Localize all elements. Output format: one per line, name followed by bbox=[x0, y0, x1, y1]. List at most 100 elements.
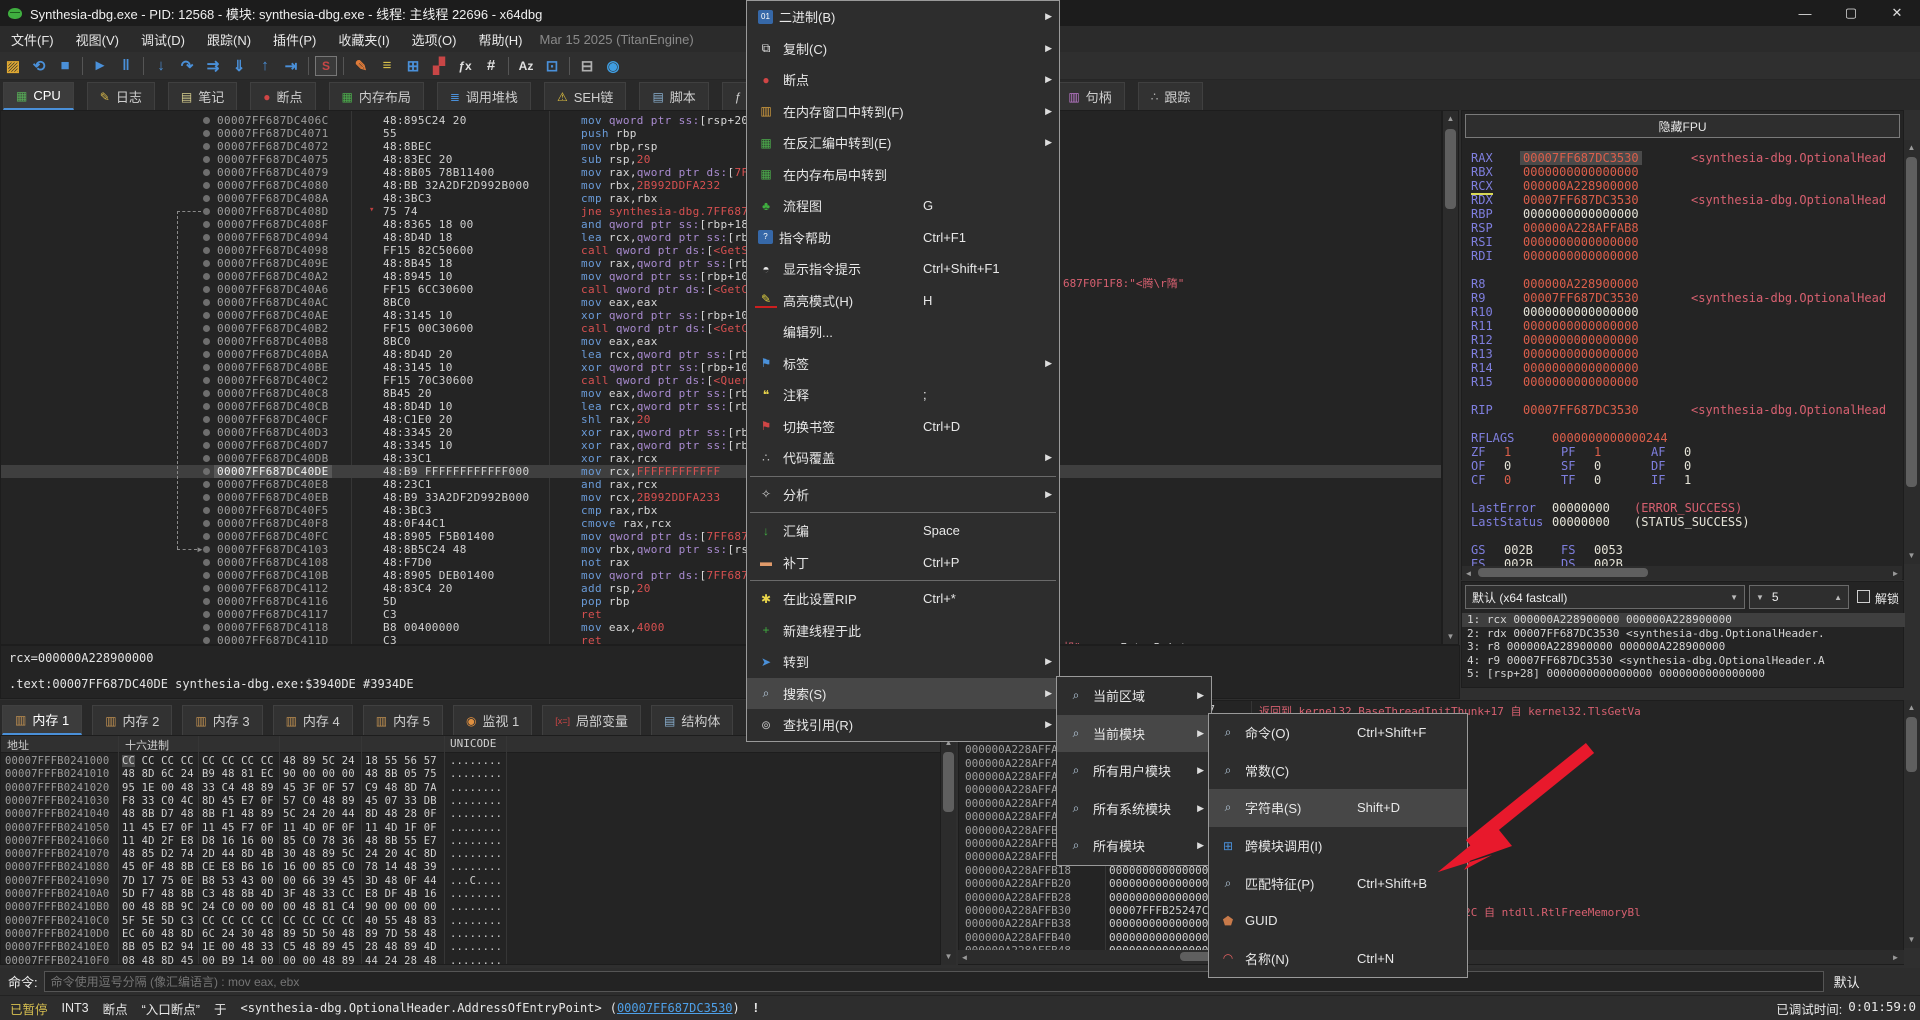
register-row[interactable]: OF0SF0DF0 bbox=[1462, 459, 1904, 473]
flag-value[interactable]: 0 bbox=[1684, 459, 1691, 473]
breakpoint-dot-icon[interactable] bbox=[203, 221, 210, 228]
disasm-row[interactable]: 00007FF687DC40BE48:3145 10xor qword ptr … bbox=[1, 361, 1442, 374]
dump-row[interactable]: 00007FFFB0241030F8 33 C0 4C8D 45 E7 0F57… bbox=[1, 795, 941, 808]
argument-row[interactable]: 3: r8 000000A228900000 000000A228900000 bbox=[1462, 640, 1905, 654]
spinner-up-icon[interactable]: ▲ bbox=[1834, 593, 1842, 602]
tab-CPU[interactable]: ▦CPU bbox=[3, 82, 74, 110]
register-row[interactable]: R8000000A228900000 bbox=[1462, 277, 1904, 291]
breakpoint-dot-icon[interactable] bbox=[203, 117, 210, 124]
register-value[interactable]: 00000000 bbox=[1552, 501, 1610, 515]
breakpoint-dot-icon[interactable] bbox=[203, 520, 210, 527]
dump-tab-内存5[interactable]: ▥内存 5 bbox=[363, 705, 443, 735]
dump-selected-byte[interactable]: CC bbox=[122, 755, 135, 767]
disasm-row[interactable]: 00007FF687DC40A248:8945 10mov qword ptr … bbox=[1, 270, 1442, 283]
register-value[interactable]: 00007FF687DC3530 bbox=[1523, 403, 1639, 417]
menu-item-命令O[interactable]: ⌕命令(O)Ctrl+Shift+F bbox=[1209, 714, 1467, 752]
run-to-return-button[interactable]: ⇉ bbox=[200, 54, 226, 78]
disasm-row[interactable]: 00007FF687DC4117C3ret bbox=[1, 608, 1442, 621]
hash-button[interactable]: # bbox=[478, 54, 504, 78]
assembler-button[interactable]: ⊡ bbox=[539, 54, 565, 78]
register-value[interactable]: 00007FF687DC3530 bbox=[1520, 151, 1642, 165]
breakpoint-dot-icon[interactable] bbox=[203, 390, 210, 397]
scroll-thumb[interactable] bbox=[1478, 568, 1648, 577]
menu-item-字符串S[interactable]: ⌕字符串(S)Shift+D bbox=[1209, 789, 1467, 827]
breakpoint-dot-icon[interactable] bbox=[203, 442, 210, 449]
register-value[interactable]: 0000000000000000 bbox=[1523, 207, 1639, 221]
register-row[interactable]: LastStatus00000000(STATUS_SUCCESS) bbox=[1462, 515, 1904, 529]
breakpoint-dot-icon[interactable] bbox=[203, 403, 210, 410]
dump-tab-内存4[interactable]: ▥内存 4 bbox=[273, 705, 353, 735]
register-value[interactable]: 000000A228AFFAB8 bbox=[1523, 221, 1639, 235]
menu-item-所有系统模块[interactable]: ⌕所有系统模块▶ bbox=[1057, 790, 1211, 828]
disasm-row[interactable]: 00007FF687DC40C88B45 20mov eax,dword ptr… bbox=[1, 387, 1442, 400]
disasm-row[interactable]: 00007FF687DC407948:8B05 78B11400mov rax,… bbox=[1, 166, 1442, 179]
unlock-checkbox[interactable] bbox=[1857, 590, 1870, 603]
register-row[interactable]: R900007FF687DC3530<synthesia-dbg.Optiona… bbox=[1462, 291, 1904, 305]
register-value[interactable]: 0000000000000000 bbox=[1523, 361, 1639, 375]
disasm-row[interactable]: 00007FF687DC40D348:3345 20xor rax,qword … bbox=[1, 426, 1442, 439]
spinner-down-icon[interactable]: ▼ bbox=[1756, 593, 1764, 602]
step-source-button[interactable]: ⇓ bbox=[226, 54, 252, 78]
menubar-item-帮助H[interactable]: 帮助(H) bbox=[467, 27, 533, 52]
calculator-button[interactable]: ⊟ bbox=[574, 54, 600, 78]
dump-row[interactable]: 00007FFFB024104048 8B D7 488B F1 48 895C… bbox=[1, 808, 941, 821]
dump-tab-结构体[interactable]: ▤结构体 bbox=[651, 705, 733, 735]
flag-value[interactable]: 0 bbox=[1504, 459, 1511, 473]
register-row[interactable]: R120000000000000000 bbox=[1462, 333, 1904, 347]
run-to-user-code-button[interactable]: ⇥ bbox=[278, 54, 304, 78]
clear-button[interactable]: ▞ bbox=[426, 54, 452, 78]
register-value[interactable]: 000000A228900000 bbox=[1523, 179, 1639, 193]
breakpoint-dot-icon[interactable] bbox=[203, 169, 210, 176]
flag-value[interactable]: 1 bbox=[1504, 445, 1511, 459]
breakpoint-dot-icon[interactable] bbox=[203, 299, 210, 306]
comment-button[interactable]: ≡ bbox=[374, 54, 400, 78]
breakpoint-dot-icon[interactable] bbox=[203, 559, 210, 566]
disasm-row[interactable]: 00007FF687DC40B88BC0mov eax,eax bbox=[1, 335, 1442, 348]
breakpoint-dot-icon[interactable] bbox=[203, 260, 210, 267]
register-row[interactable]: GS002BFS0053 bbox=[1462, 543, 1904, 557]
registers-vscrollbar[interactable]: ▲ ▼ bbox=[1904, 140, 1920, 564]
disasm-row[interactable]: 00007FF687DC409448:8D4D 18lea rcx,qword … bbox=[1, 231, 1442, 244]
dump-tab-内存3[interactable]: ▥内存 3 bbox=[182, 705, 262, 735]
disasm-row[interactable]: 00007FF687DC408A48:3BC3cmp rax,rbx bbox=[1, 192, 1442, 205]
register-row[interactable]: RIP00007FF687DC3530<synthesia-dbg.Option… bbox=[1462, 403, 1904, 417]
menu-item-查找引用R[interactable]: ⊚查找引用(R)▶ bbox=[747, 709, 1059, 741]
scroll-right-icon[interactable]: ► bbox=[1889, 950, 1902, 964]
dump-column-header[interactable]: 十六进制 bbox=[125, 737, 169, 753]
register-row[interactable]: R100000000000000000 bbox=[1462, 305, 1904, 319]
register-row[interactable]: RAX00007FF687DC3530<synthesia-dbg.Option… bbox=[1462, 151, 1904, 165]
register-row[interactable]: RBX0000000000000000 bbox=[1462, 165, 1904, 179]
tab-调用堆栈[interactable]: ≣调用堆栈 bbox=[437, 82, 531, 110]
breakpoint-dot-icon[interactable] bbox=[203, 533, 210, 540]
pause-button[interactable]: ‖ bbox=[113, 54, 139, 78]
register-value[interactable]: 0000000000000000 bbox=[1523, 249, 1639, 263]
status-address-link[interactable]: 00007FF687DC3530 bbox=[617, 1001, 733, 1015]
register-value[interactable]: 0000000000000000 bbox=[1523, 333, 1639, 347]
menubar-item-跟踪N[interactable]: 跟踪(N) bbox=[196, 27, 262, 52]
register-value[interactable]: 00000000 bbox=[1552, 515, 1610, 529]
patch-button[interactable]: ✎ bbox=[348, 54, 374, 78]
menubar-item-调试D[interactable]: 调试(D) bbox=[130, 27, 196, 52]
menu-item-匹配特征P[interactable]: ⌕匹配特征(P)Ctrl+Shift+B bbox=[1209, 864, 1467, 902]
dump-tab-内存1[interactable]: ▥内存 1 bbox=[2, 705, 82, 735]
dump-row[interactable]: 00007FFFB02410C05F 5E 5D C3CC CC CC CCCC… bbox=[1, 915, 941, 928]
run-button[interactable]: ► bbox=[87, 54, 113, 78]
fx-button[interactable]: ƒx bbox=[452, 54, 478, 78]
dump-row[interactable]: 00007FFFB02410B000 48 8B 9C24 C0 00 0000… bbox=[1, 901, 941, 914]
disasm-row[interactable]: 00007FF687DC40DE48:B9 FFFFFFFFFFFF000mov… bbox=[1, 465, 1442, 478]
breakpoint-dot-icon[interactable] bbox=[203, 416, 210, 423]
disasm-row[interactable]: 00007FF687DC410348:8B5C24 48mov rbx,qwor… bbox=[1, 543, 1442, 556]
breakpoint-dot-icon[interactable] bbox=[203, 312, 210, 319]
menu-item-常数C[interactable]: ⌕常数(C) bbox=[1209, 752, 1467, 790]
tab-断点[interactable]: ●断点 bbox=[250, 82, 315, 110]
tab-句柄[interactable]: ▥句柄 bbox=[1055, 82, 1124, 110]
menu-item-名称N[interactable]: ◠名称(N)Ctrl+N bbox=[1209, 940, 1467, 978]
register-row[interactable]: RBP0000000000000000 bbox=[1462, 207, 1904, 221]
disasm-row[interactable]: 00007FF687DC40BA48:8D4D 20lea rcx,qword … bbox=[1, 348, 1442, 361]
register-value[interactable]: 00007FF687DC3530 bbox=[1523, 291, 1639, 305]
command-default-button[interactable]: 默认 bbox=[1834, 972, 1860, 991]
dump-row[interactable]: 00007FFFB0241000CC CC CC CCCC CC CC CC48… bbox=[1, 755, 941, 768]
minimize-button[interactable]: — bbox=[1782, 0, 1828, 26]
menu-item-高亮模式H[interactable]: ✎高亮模式(H)H bbox=[747, 285, 1059, 317]
menu-item-代码覆盖[interactable]: ∴代码覆盖▶ bbox=[747, 442, 1059, 474]
